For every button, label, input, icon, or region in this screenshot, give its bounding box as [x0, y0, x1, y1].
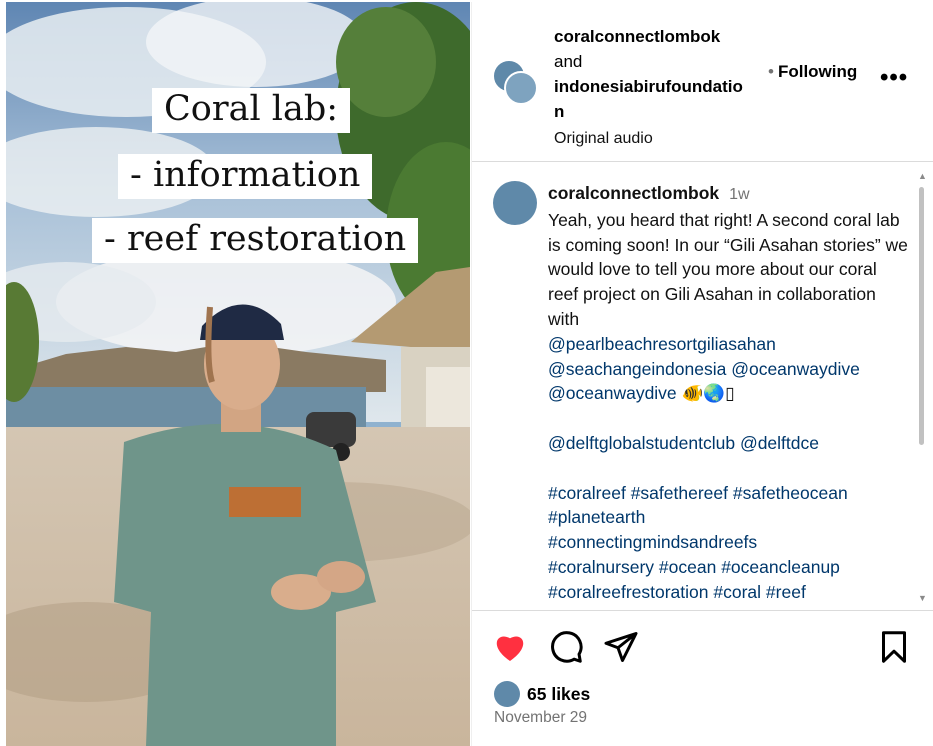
- post-panel: coralconnectlombok and indonesiabirufoun…: [471, 2, 933, 746]
- scrollbar-thumb[interactable]: [919, 187, 924, 445]
- hashtag-link[interactable]: #coralnursery: [548, 557, 654, 577]
- hashtag-link[interactable]: #safetheocean: [733, 483, 848, 503]
- caption-text: Yeah, you heard that right! A second cor…: [548, 209, 908, 329]
- author-link-1[interactable]: coralconnectlombok: [554, 24, 769, 49]
- video-caption-line-3: - reef restoration: [92, 218, 419, 263]
- scroll-up-icon[interactable]: ▲: [918, 171, 927, 181]
- separator-dot: •: [768, 62, 774, 81]
- mention-link[interactable]: @delftglobalstudentclub: [548, 433, 735, 453]
- mention-link[interactable]: @pearlbeachresortgiliasahan: [548, 334, 776, 354]
- scroll-down-icon[interactable]: ▼: [918, 593, 927, 603]
- caption-scrollbar[interactable]: ▲ ▼: [918, 171, 927, 603]
- heart-icon[interactable]: [492, 629, 528, 665]
- hashtag-link[interactable]: #reef: [766, 582, 806, 602]
- collab-avatars[interactable]: [492, 59, 540, 107]
- likes-count[interactable]: 65 likes: [527, 684, 590, 705]
- share-icon[interactable]: [603, 629, 639, 665]
- mention-link[interactable]: @seachangeindonesia: [548, 359, 726, 379]
- avatar[interactable]: [493, 181, 537, 225]
- comment-icon[interactable]: [548, 629, 584, 665]
- following-button[interactable]: • Following: [768, 62, 857, 82]
- avatar[interactable]: [504, 71, 538, 105]
- hashtag-link[interactable]: #coralreefrestoration: [548, 582, 709, 602]
- hashtag-link[interactable]: #...: [548, 607, 572, 609]
- action-bar: 65 likes November 29: [472, 610, 933, 746]
- hashtag-link[interactable]: #connectingmindsandreefs: [548, 532, 757, 552]
- hashtag-link[interactable]: #coralreef: [548, 483, 626, 503]
- avatar[interactable]: [494, 681, 520, 707]
- hashtag-link[interactable]: #safethereef: [631, 483, 728, 503]
- author-link-2[interactable]: indonesiabirufoundatio: [554, 74, 769, 99]
- hashtag-link[interactable]: #ocean: [659, 557, 716, 577]
- post-header: coralconnectlombok and indonesiabirufoun…: [472, 2, 933, 162]
- likes-row[interactable]: 65 likes: [494, 681, 590, 707]
- author-names: coralconnectlombok and indonesiabirufoun…: [554, 24, 769, 151]
- caption-time[interactable]: 1w: [729, 186, 749, 203]
- video-caption-line-1: Coral lab:: [152, 88, 351, 133]
- mention-link[interactable]: @delftdce: [740, 433, 819, 453]
- video-caption-line-2: - information: [118, 154, 373, 199]
- bookmark-icon[interactable]: [876, 629, 912, 665]
- video-player[interactable]: Coral lab: - information - reef restorat…: [6, 2, 470, 746]
- caption-username[interactable]: coralconnectlombok: [548, 183, 719, 203]
- mention-link[interactable]: @oceanwaydive: [731, 359, 860, 379]
- more-options-icon[interactable]: •••: [880, 66, 908, 90]
- post-date[interactable]: November 29: [494, 709, 587, 727]
- caption-area[interactable]: coralconnectlombok 1w Yeah, you heard tha…: [472, 163, 933, 609]
- original-audio-link[interactable]: Original audio: [554, 126, 769, 151]
- and-text: and: [554, 52, 583, 71]
- hashtag-link[interactable]: #planetearth: [548, 507, 645, 527]
- author-link-2-wrap[interactable]: n: [554, 99, 769, 124]
- hashtag-link[interactable]: #coral: [713, 582, 761, 602]
- caption-body: coralconnectlombok 1w Yeah, you heard tha…: [548, 181, 908, 609]
- following-label: Following: [777, 62, 858, 81]
- hashtag-link[interactable]: #oceancleanup: [721, 557, 840, 577]
- emoji-text: 🐠🌏▯: [681, 383, 735, 404]
- mention-link[interactable]: @oceanwaydive: [548, 383, 677, 403]
